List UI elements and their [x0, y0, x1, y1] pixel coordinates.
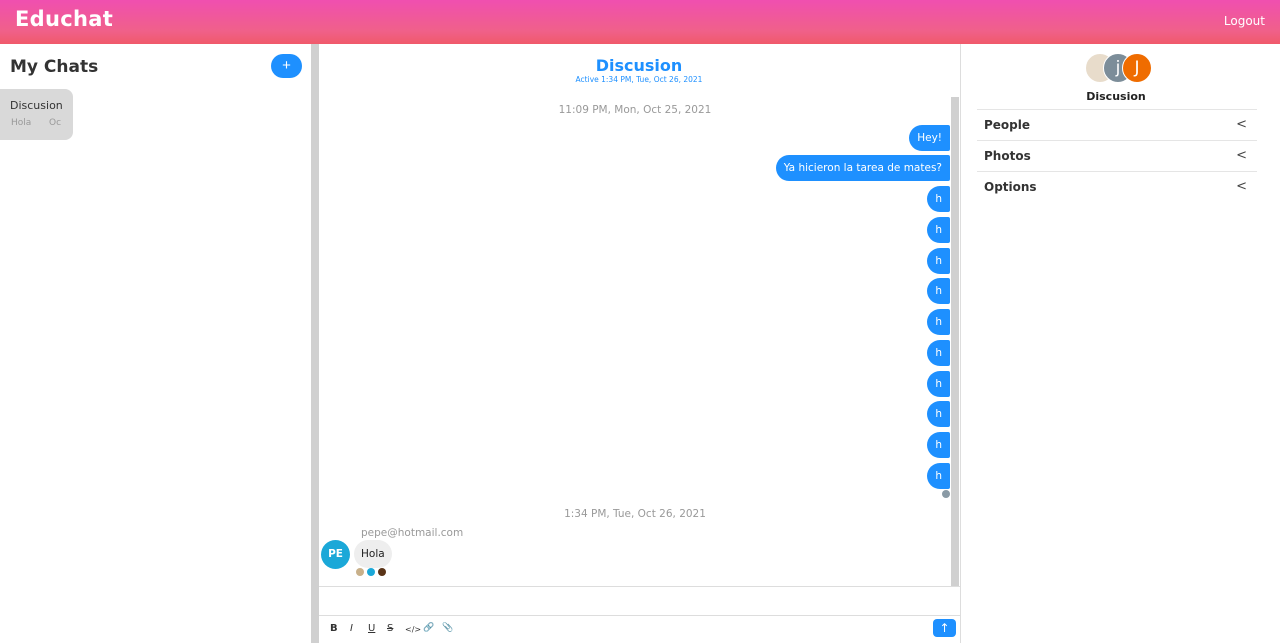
logout-button[interactable]: Logout: [1224, 14, 1265, 28]
chat-panel: Discusion Active 1:34 PM, Tue, Oct 26, 2…: [319, 44, 961, 643]
my-message-bubble: Ya hicieron la tarea de mates?: [775, 155, 950, 181]
sender-avatar[interactable]: PE: [321, 540, 350, 569]
chat-list-item-preview: Hola: [11, 118, 32, 128]
my-message-bubble: h: [927, 186, 950, 212]
section-label: People: [984, 118, 1031, 132]
italic-icon[interactable]: I: [350, 623, 353, 634]
read-receipt-avatar: [378, 568, 386, 576]
message-timestamp: 11:09 PM, Mon, Oct 25, 2021: [558, 104, 712, 116]
details-title: Discusion: [1086, 90, 1146, 103]
photos-section[interactable]: Photos <: [977, 140, 1257, 171]
attach-icon[interactable]: 📎: [442, 623, 453, 633]
chat-title: Discusion: [595, 56, 683, 75]
link-icon[interactable]: 🔗: [423, 623, 434, 633]
chevron-left-icon: <: [1236, 117, 1247, 132]
my-message-bubble: h: [927, 309, 950, 335]
incoming-message-bubble: Hola: [354, 540, 392, 568]
my-message-bubble: h: [927, 248, 950, 274]
read-receipt-avatar: [367, 568, 375, 576]
people-section[interactable]: People <: [977, 109, 1257, 140]
top-bar: Educhat Logout: [0, 0, 1280, 44]
my-message-bubble: h: [927, 340, 950, 366]
sender-email: pepe@hotmail.com: [361, 527, 464, 539]
my-message-bubble: h: [927, 401, 950, 427]
chevron-left-icon: <: [1236, 148, 1247, 163]
chat-list-item-time: Oc: [49, 118, 62, 128]
code-icon[interactable]: </>: [405, 625, 421, 634]
my-message-bubble: h: [927, 217, 950, 243]
new-chat-button[interactable]: +: [271, 54, 302, 78]
bold-icon[interactable]: B: [330, 623, 338, 634]
options-section[interactable]: Options <: [977, 171, 1257, 202]
my-message-bubble: h: [927, 371, 950, 397]
feed-scrollbar[interactable]: [951, 97, 959, 586]
my-message-bubble: h: [927, 432, 950, 458]
chat-list-item[interactable]: Discusion Hola Oc: [0, 89, 73, 140]
chevron-left-icon: <: [1236, 179, 1247, 194]
chat-list-item-title: Discusion: [10, 99, 63, 112]
app-logo: Educhat: [15, 7, 114, 31]
panel-divider[interactable]: [311, 44, 319, 643]
arrow-up-icon: ↑: [939, 621, 950, 635]
strikethrough-icon[interactable]: S: [387, 623, 393, 634]
chat-list-panel: My Chats + Discusion Hola Oc: [0, 44, 311, 643]
my-message-bubble: h: [927, 463, 950, 489]
chat-details-panel: j J Discusion People < Photos < Options …: [961, 44, 1280, 643]
underline-icon[interactable]: U: [368, 623, 375, 634]
message-input[interactable]: [319, 586, 960, 616]
member-avatar[interactable]: J: [1122, 53, 1152, 83]
my-message-bubble: h: [927, 278, 950, 304]
read-receipt-avatar: [356, 568, 364, 576]
message-feed[interactable]: 11:09 PM, Mon, Oct 25, 2021 Hey! Ya hici…: [319, 97, 951, 587]
my-chats-title: My Chats: [10, 57, 99, 77]
chat-active-status: Active 1:34 PM, Tue, Oct 26, 2021: [575, 75, 703, 84]
send-button[interactable]: ↑: [933, 619, 956, 637]
section-label: Options: [984, 180, 1037, 194]
editor-toolbar: B I U S </> 🔗 📎 ↑: [319, 616, 960, 643]
my-message-bubble: Hey!: [909, 125, 950, 151]
message-timestamp: 1:34 PM, Tue, Oct 26, 2021: [564, 508, 706, 520]
read-receipt-avatar: [942, 490, 950, 498]
read-receipts: [356, 568, 389, 577]
section-label: Photos: [984, 149, 1031, 163]
